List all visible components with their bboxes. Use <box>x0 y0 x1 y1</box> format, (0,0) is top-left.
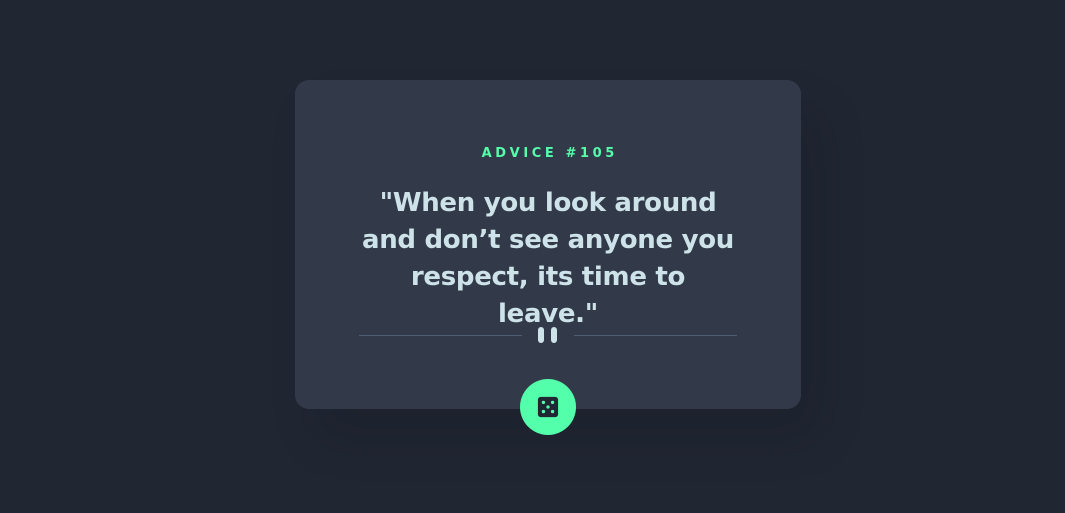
advice-card: ADVICE #105 "When you look around and do… <box>295 80 801 409</box>
advice-quote: "When you look around and don’t see anyo… <box>361 188 735 329</box>
divider-line-right <box>574 335 737 336</box>
divider-line-left <box>359 335 522 336</box>
advice-id-label: ADVICE #105 <box>481 146 618 161</box>
pause-bar-right <box>551 327 557 343</box>
dice-icon <box>537 396 559 418</box>
quote-divider <box>359 326 737 344</box>
generate-advice-button[interactable] <box>520 379 576 435</box>
pause-icon <box>538 326 558 344</box>
pause-bar-left <box>538 327 544 343</box>
